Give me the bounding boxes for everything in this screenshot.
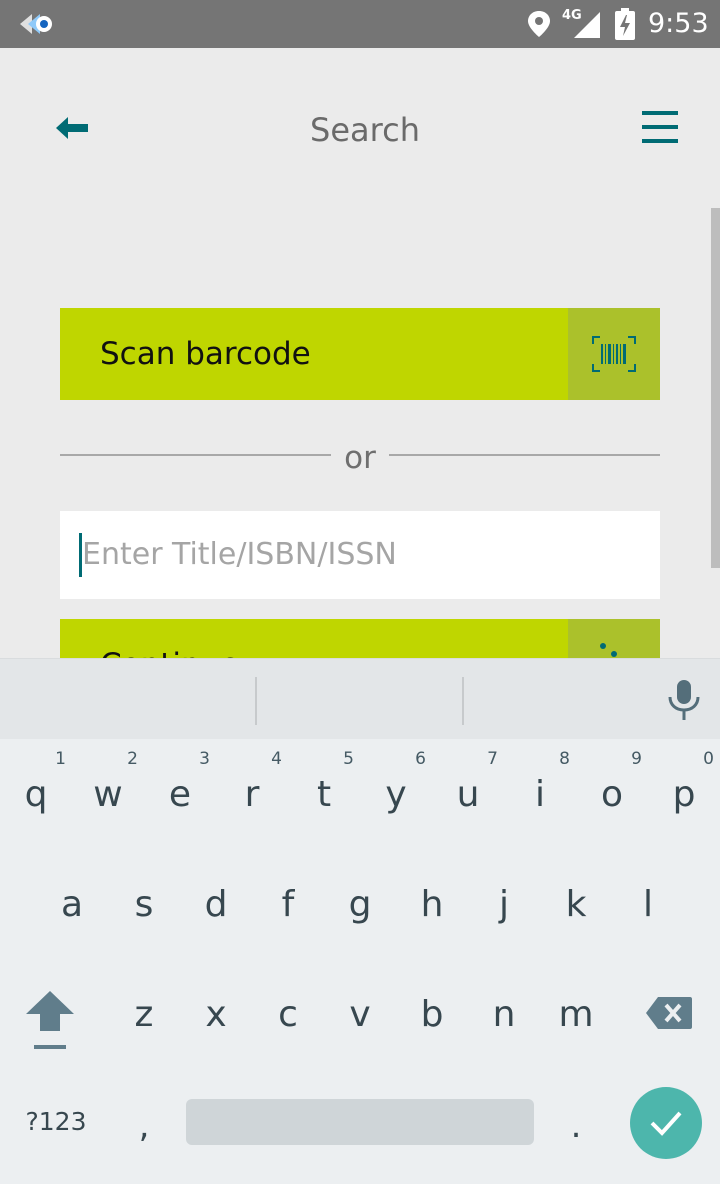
status-bar: 4G 9:53 — [0, 0, 720, 48]
key-hint: 9 — [631, 749, 642, 769]
key-u[interactable]: 7 u — [432, 749, 504, 845]
key-label: l — [642, 884, 653, 925]
hamburger-menu-icon[interactable] — [640, 108, 680, 148]
key-s[interactable]: s — [108, 859, 180, 955]
key-label: q — [24, 774, 48, 815]
key-label: v — [349, 994, 371, 1035]
suggestion-divider — [462, 677, 464, 725]
key-w[interactable]: 2 w — [72, 749, 144, 845]
key-hint: 1 — [55, 749, 66, 769]
key-label: e — [168, 774, 192, 815]
key-label: g — [348, 884, 372, 925]
key-label: f — [281, 884, 295, 925]
key-b[interactable]: b — [396, 969, 468, 1065]
key-label: u — [456, 774, 480, 815]
key-label: h — [420, 884, 444, 925]
symbols-key[interactable]: ?123 — [14, 1104, 98, 1140]
signal-icon: 4G — [562, 8, 602, 40]
key-z[interactable]: z — [108, 969, 180, 1065]
barcode-scan-icon — [592, 336, 636, 372]
app-notification-icon — [20, 14, 52, 34]
battery-charging-icon — [615, 8, 635, 40]
space-key[interactable] — [186, 1099, 534, 1145]
location-icon — [528, 11, 550, 37]
key-k[interactable]: k — [540, 859, 612, 955]
key-label: j — [498, 884, 509, 925]
key-hint: 4 — [271, 749, 282, 769]
comma-key[interactable]: , — [124, 1106, 164, 1146]
scan-barcode-button[interactable]: Scan barcode — [60, 308, 660, 400]
microphone-icon[interactable] — [664, 677, 704, 723]
key-h[interactable]: h — [396, 859, 468, 955]
key-q[interactable]: 1 q — [0, 749, 72, 845]
key-label: a — [60, 884, 84, 925]
key-label: c — [278, 994, 298, 1035]
key-i[interactable]: 8 i — [504, 749, 576, 845]
key-hint: 5 — [343, 749, 354, 769]
search-input[interactable]: Enter Title/ISBN/ISSN — [60, 511, 660, 599]
backspace-icon[interactable] — [644, 995, 694, 1031]
key-a[interactable]: a — [36, 859, 108, 955]
key-label: k — [565, 884, 587, 925]
enter-key[interactable] — [630, 1087, 702, 1159]
arrow-left-icon[interactable] — [50, 108, 94, 148]
divider-line-right — [389, 454, 660, 456]
divider-or-text: or — [344, 440, 376, 476]
key-label: w — [93, 774, 123, 815]
suggestion-strip — [0, 659, 720, 739]
key-hint: 8 — [559, 749, 570, 769]
key-g[interactable]: g — [324, 859, 396, 955]
scan-icon-box — [568, 308, 660, 400]
key-l[interactable]: l — [612, 859, 684, 955]
key-p[interactable]: 0 p — [648, 749, 720, 845]
key-label: m — [558, 994, 594, 1035]
key-o[interactable]: 9 o — [576, 749, 648, 845]
key-label: o — [600, 774, 624, 815]
key-label: x — [205, 994, 227, 1035]
key-r[interactable]: 4 r — [216, 749, 288, 845]
key-y[interactable]: 6 y — [360, 749, 432, 845]
key-hint: 2 — [127, 749, 138, 769]
scan-barcode-label: Scan barcode — [100, 336, 311, 372]
key-label: s — [134, 884, 154, 925]
soft-keyboard: 1 q 2 w 3 e 4 r 5 t 6 y 7 u 8 i 9 o 0 p … — [0, 658, 720, 1184]
shift-icon[interactable] — [24, 989, 76, 1055]
clock: 9:53 — [648, 8, 709, 39]
key-n[interactable]: n — [468, 969, 540, 1065]
key-label: d — [204, 884, 228, 925]
key-c[interactable]: c — [252, 969, 324, 1065]
key-hint: 0 — [703, 749, 714, 769]
key-e[interactable]: 3 e — [144, 749, 216, 845]
period-key[interactable]: . — [556, 1106, 596, 1146]
key-label: i — [534, 774, 545, 815]
page-title: Search — [310, 111, 420, 149]
key-label: y — [385, 774, 407, 815]
divider-line-left — [60, 454, 331, 456]
key-m[interactable]: m — [540, 969, 612, 1065]
key-t[interactable]: 5 t — [288, 749, 360, 845]
suggestion-divider — [255, 677, 257, 725]
key-label: b — [420, 994, 444, 1035]
key-label: t — [316, 774, 332, 815]
key-label: z — [134, 994, 154, 1035]
key-hint: 7 — [487, 749, 498, 769]
key-label: n — [492, 994, 516, 1035]
key-label: r — [244, 774, 260, 815]
key-hint: 6 — [415, 749, 426, 769]
key-v[interactable]: v — [324, 969, 396, 1065]
search-placeholder: Enter Title/ISBN/ISSN — [82, 537, 397, 572]
key-x[interactable]: x — [180, 969, 252, 1065]
key-label: p — [672, 774, 696, 815]
key-hint: 3 — [199, 749, 210, 769]
scrollbar[interactable] — [711, 208, 720, 568]
checkmark-icon — [650, 1111, 682, 1136]
key-f[interactable]: f — [252, 859, 324, 955]
key-d[interactable]: d — [180, 859, 252, 955]
key-j[interactable]: j — [468, 859, 540, 955]
